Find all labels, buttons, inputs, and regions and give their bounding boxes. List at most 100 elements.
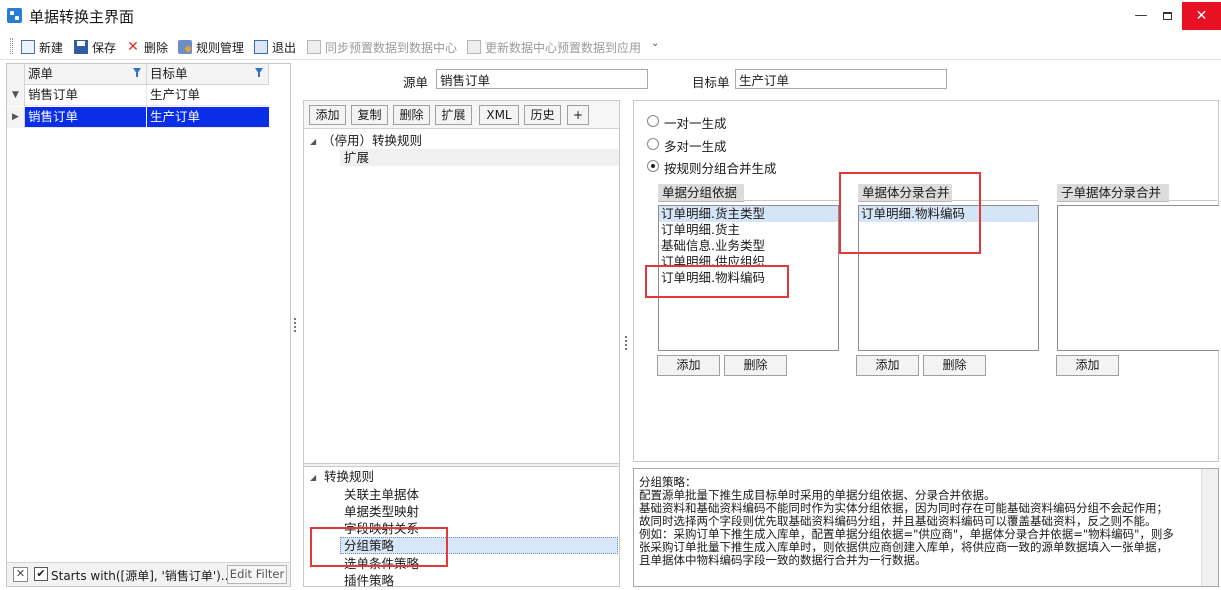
body-merge-add-button[interactable]: 添加	[856, 355, 919, 376]
main-toolbar: 新建 保存 ✕ 删除 规则管理 退出 同步预置数据到数据中心 更新数据中心预置数…	[0, 33, 1221, 60]
bill-group-add-button[interactable]: 添加	[657, 355, 720, 376]
tree-toggle-icon[interactable]: ◢	[310, 132, 316, 149]
filter-expression: Starts with([源单], '销售订单')..	[51, 569, 229, 583]
column-header-target-label: 目标单	[150, 66, 188, 81]
list-item[interactable]: 订单明细.货主	[659, 222, 838, 238]
tree-node-main-entity[interactable]: 关联主单据体	[344, 486, 419, 503]
group-strategy-panel: 一对一生成 多对一生成 按规则分组合并生成 单据分组依据 订单明细.货主类型 订…	[633, 100, 1219, 462]
update-preset-label: 更新数据中心预置数据到应用	[485, 40, 642, 55]
target-bill-input[interactable]	[735, 69, 947, 89]
description-scrollbar[interactable]	[1201, 469, 1218, 586]
rule-list-grid: 源单 目标单 ▼ 销售订单 生产订单 ▶ 销售订单 生产订单 ✕ ✔ Start…	[6, 63, 291, 587]
body-merge-delete-button[interactable]: 删除	[923, 355, 986, 376]
copy-rule-button[interactable]: 复制	[351, 105, 388, 125]
new-button-label: 新建	[39, 40, 64, 55]
sub-merge-list[interactable]	[1057, 205, 1219, 351]
strategy-description: 分组策略： 配置源单批量下推生成目标单时采用的单据分组依据、分录合并依据。 基础…	[633, 468, 1219, 587]
column-header-target[interactable]: 目标单	[147, 64, 269, 85]
list-item[interactable]: 订单明细.物料编码	[859, 206, 1038, 222]
tree-node-group-strategy[interactable]: 分组策略	[340, 537, 618, 554]
list-item[interactable]: 基础信息.业务类型	[659, 238, 838, 254]
clear-filter-close-icon[interactable]: ✕	[13, 567, 28, 582]
toolbar-overflow-chevron-icon[interactable]: ⌄	[651, 38, 659, 49]
tree-toggle-icon[interactable]: ◢	[310, 468, 316, 485]
sync-preset-button[interactable]: 同步预置数据到数据中心	[307, 38, 457, 56]
target-bill-label: 目标单	[692, 75, 730, 90]
delete-rule-button[interactable]: 删除	[393, 105, 430, 125]
radio-many-to-one-label: 多对一生成	[664, 139, 727, 154]
maximize-button[interactable]	[1150, 2, 1184, 30]
body-merge-title: 单据体分录合并	[858, 184, 952, 202]
left-splitter-handle[interactable]	[294, 318, 296, 332]
bill-group-title: 单据分组依据	[658, 184, 744, 202]
tree-divider[interactable]	[304, 463, 619, 467]
source-bill-input[interactable]	[436, 69, 648, 89]
save-button-label: 保存	[92, 40, 117, 55]
window-title: 单据转换主界面	[29, 8, 135, 26]
filter-funnel-icon[interactable]	[255, 68, 263, 77]
plus-button[interactable]: +	[567, 105, 589, 125]
grid-corner	[7, 64, 25, 85]
table-row-cell-target[interactable]: 生产订单	[147, 107, 269, 128]
exit-button[interactable]: 退出	[254, 38, 296, 56]
description-line: 且单据体中物料编码字段一致的数据行合并为一行数据。	[639, 553, 927, 567]
filter-panel: ✕ ✔ Starts with([源单], '销售订单').. Edit Fil…	[7, 562, 290, 586]
exit-icon	[254, 40, 268, 54]
xml-button[interactable]: XML	[479, 105, 519, 125]
filter-enable-checkbox[interactable]: ✔	[34, 567, 48, 581]
app-icon	[7, 8, 22, 23]
table-row-cell-source[interactable]: 销售订单	[25, 107, 147, 128]
delete-button[interactable]: ✕ 删除	[126, 38, 168, 56]
column-header-source[interactable]: 源单	[25, 64, 147, 85]
rule-tree-panel: 添加 复制 删除 扩展 XML 历史 + ◢ （停用）转换规则 扩展 ◢ 转换规…	[303, 100, 620, 589]
update-preset-button[interactable]: 更新数据中心预置数据到应用	[467, 38, 641, 56]
exit-button-label: 退出	[272, 40, 297, 55]
rule-manage-label: 规则管理	[196, 40, 245, 55]
filter-funnel-icon[interactable]	[133, 68, 141, 77]
history-button[interactable]: 历史	[524, 105, 561, 125]
bill-group-delete-button[interactable]: 删除	[724, 355, 787, 376]
delete-button-label: 删除	[144, 40, 169, 55]
rule-manage-button[interactable]: 规则管理	[178, 38, 244, 56]
new-button[interactable]: 新建	[21, 38, 63, 56]
update-icon	[467, 40, 481, 54]
filter-cell-target[interactable]: 生产订单	[147, 85, 269, 106]
add-rule-button[interactable]: 添加	[309, 105, 346, 125]
extend-rule-button[interactable]: 扩展	[435, 105, 472, 125]
radio-group-merge[interactable]	[647, 160, 659, 172]
save-disk-icon	[74, 40, 88, 54]
bill-group-divider	[744, 200, 839, 201]
tree-node-convert-rule[interactable]: 转换规则	[324, 468, 374, 485]
save-button[interactable]: 保存	[74, 38, 116, 56]
tree-node-select-condition[interactable]: 选单条件策略	[344, 555, 419, 572]
radio-many-to-one[interactable]	[647, 138, 659, 150]
column-header-source-label: 源单	[28, 66, 54, 81]
sync-preset-label: 同步预置数据到数据中心	[325, 40, 458, 55]
close-button[interactable]: ✕	[1182, 2, 1221, 30]
filter-cell-source[interactable]: 销售订单	[25, 85, 147, 106]
radio-group-merge-label: 按规则分组合并生成	[664, 161, 777, 176]
edit-filter-button[interactable]: Edit Filter	[227, 565, 287, 584]
radio-one-to-one[interactable]	[647, 115, 659, 127]
tree-node-bill-type-map[interactable]: 单据类型映射	[344, 503, 419, 520]
title-bar: 单据转换主界面 — ✕	[0, 0, 1221, 33]
delete-x-icon: ✕	[127, 39, 139, 55]
list-item[interactable]: 订单明细.供应组织	[659, 254, 838, 270]
tree-node-disabled-rule[interactable]: （停用）转换规则	[322, 132, 422, 149]
sub-merge-add-button[interactable]: 添加	[1056, 355, 1119, 376]
new-document-icon	[21, 40, 35, 54]
tree-node-field-map[interactable]: 字段映射关系	[344, 520, 419, 537]
bill-group-list[interactable]: 订单明细.货主类型 订单明细.货主 基础信息.业务类型 订单明细.供应组织 订单…	[658, 205, 839, 351]
list-item[interactable]: 订单明细.货主类型	[659, 206, 838, 222]
toolbar-grip[interactable]	[10, 38, 13, 54]
list-item[interactable]: 订单明细.物料编码	[659, 270, 838, 286]
rule-manage-icon	[178, 40, 192, 54]
tree-node-extend[interactable]: 扩展	[340, 149, 619, 166]
body-merge-divider	[952, 200, 1038, 201]
mid-splitter-handle[interactable]	[625, 336, 627, 350]
body-merge-list[interactable]: 订单明细.物料编码	[858, 205, 1039, 351]
source-bill-label: 源单	[403, 75, 429, 90]
sub-merge-title: 子单据体分录合并	[1057, 184, 1169, 202]
tree-node-plugin-strategy[interactable]: 插件策略	[344, 572, 394, 589]
sync-icon	[307, 40, 321, 54]
